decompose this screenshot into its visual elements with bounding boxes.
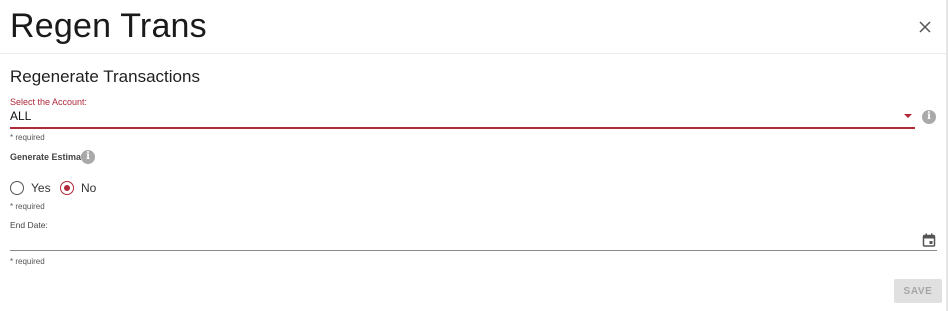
account-select-value: ALL	[10, 109, 32, 123]
close-icon	[919, 21, 931, 33]
radio-no-label: No	[81, 181, 97, 195]
page-title: Regen Trans	[10, 7, 207, 45]
estimate-radio-no[interactable]: No	[60, 180, 96, 196]
radio-unchecked-icon	[10, 181, 24, 195]
save-button[interactable]: SAVE	[894, 279, 942, 303]
end-date-label: End Date:	[10, 220, 48, 230]
end-date-required-hint: * required	[10, 257, 45, 266]
dropdown-arrow-icon	[904, 114, 912, 118]
estimate-required-hint: * required	[10, 202, 45, 211]
radio-checked-icon	[60, 181, 74, 195]
estimate-label: Generate Estimate:	[10, 152, 93, 162]
end-date-input[interactable]	[10, 230, 937, 251]
estimate-radio-yes[interactable]: Yes	[10, 180, 51, 196]
account-label: Select the Account:	[10, 97, 88, 107]
section-title: Regenerate Transactions	[10, 67, 200, 86]
dialog: Regen Trans Regenerate Transactions Sele…	[0, 0, 948, 311]
account-info-icon[interactable]: i	[922, 110, 936, 124]
radio-yes-label: Yes	[31, 181, 51, 195]
account-required-hint: * required	[10, 133, 45, 142]
estimate-info-icon[interactable]: i	[81, 150, 95, 164]
close-button[interactable]	[914, 16, 936, 38]
calendar-icon	[922, 233, 936, 247]
dialog-header: Regen Trans	[0, 0, 946, 54]
account-select[interactable]: ALL	[10, 108, 915, 129]
calendar-button[interactable]	[922, 233, 936, 247]
